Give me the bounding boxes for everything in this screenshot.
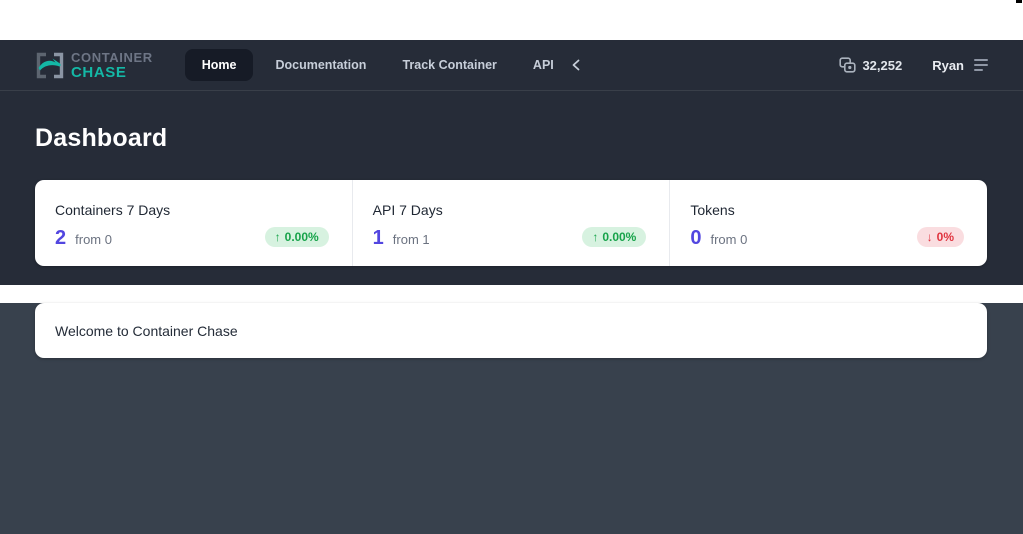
welcome-card: Welcome to Container Chase — [35, 303, 987, 358]
nav-items: Home Documentation Track Container API — [184, 49, 582, 81]
arrow-up-icon: ↑ — [274, 230, 281, 244]
screen-corner-artifact — [1016, 0, 1022, 3]
header-section: Dashboard Containers 7 Days 2 from 0 ↑ 0… — [0, 91, 1023, 285]
stat-card-containers-7-days: Containers 7 Days 2 from 0 ↑ 0.00% — [35, 180, 352, 266]
top-white-strip — [0, 0, 1023, 40]
stat-trend-value: 0.00% — [284, 230, 319, 244]
stats-strip: Containers 7 Days 2 from 0 ↑ 0.00% API 7… — [35, 180, 987, 266]
page-title: Dashboard — [35, 124, 168, 152]
stat-subtext: from 0 — [75, 232, 112, 247]
nav-item-documentation[interactable]: Documentation — [261, 50, 380, 80]
stat-value: 0 — [690, 227, 702, 249]
stat-trend-badge: ↑ 0.00% — [264, 227, 329, 247]
brand-name-line2: CHASE — [71, 63, 127, 81]
stat-value: 2 — [55, 227, 67, 249]
container-chase-rabbit-icon — [36, 52, 64, 78]
nav-item-home[interactable]: Home — [184, 49, 254, 81]
stat-title: Tokens — [690, 202, 735, 218]
stat-value: 1 — [372, 227, 384, 249]
welcome-message: Welcome to Container Chase — [55, 322, 238, 339]
main-content: Welcome to Container Chase — [0, 303, 1023, 534]
nav-item-api[interactable]: API — [519, 50, 560, 80]
navbar: CONTAINER CHASE Home Documentation Track… — [0, 40, 1023, 91]
stat-trend-badge: ↑ 0.00% — [582, 227, 647, 247]
hamburger-menu-icon[interactable] — [974, 59, 988, 71]
brand-name-line1: CONTAINER — [71, 49, 153, 65]
navbar-right: 32,252 Ryan — [839, 57, 988, 73]
brand-logo[interactable]: CONTAINER CHASE — [35, 51, 153, 80]
user-name[interactable]: Ryan — [932, 58, 964, 73]
stat-subtext: from 0 — [710, 232, 748, 247]
stat-trend-value: 0% — [936, 230, 955, 244]
nav-item-track-container[interactable]: Track Container — [388, 50, 510, 80]
stat-card-tokens: Tokens 0 from 0 ↓ 0% — [669, 180, 987, 266]
stat-title: Containers 7 Days — [55, 202, 171, 218]
arrow-up-icon: ↑ — [592, 230, 599, 244]
token-count: 32,252 — [862, 57, 903, 73]
stat-trend-badge: ↓ 0% — [916, 227, 965, 247]
stat-title: API 7 Days — [372, 202, 443, 218]
stat-subtext: from 1 — [392, 232, 430, 247]
tokens-icon — [839, 57, 857, 73]
stat-trend-value: 0.00% — [602, 230, 637, 244]
stat-card-api-7-days: API 7 Days 1 from 1 ↑ 0.00% — [351, 180, 670, 266]
chevron-left-icon[interactable] — [570, 58, 582, 72]
token-balance[interactable]: 32,252 — [839, 57, 902, 73]
arrow-down-icon: ↓ — [926, 230, 933, 244]
